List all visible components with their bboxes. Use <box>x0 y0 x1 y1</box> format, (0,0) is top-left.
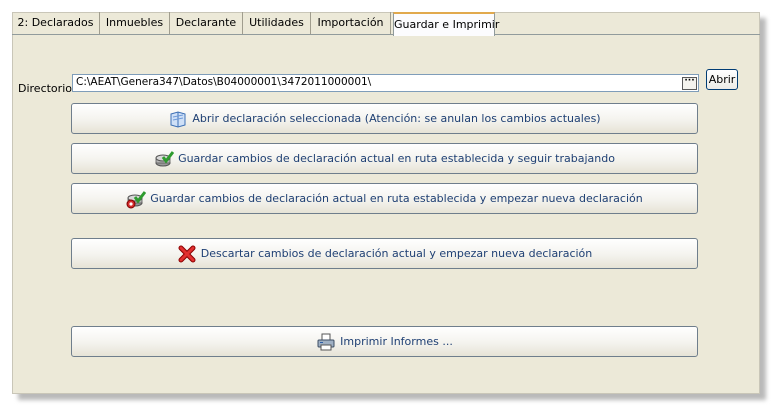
discard-button[interactable]: Descartar cambios de declaración actual … <box>71 238 698 269</box>
tab-importacion[interactable]: Importación <box>311 12 391 34</box>
tab-declarados[interactable]: 2: Declarados <box>12 12 100 34</box>
tab-utilidades[interactable]: Utilidades <box>243 12 311 34</box>
printer-icon <box>316 332 336 352</box>
print-reports-button[interactable]: Imprimir Informes ... <box>71 326 698 357</box>
save-new-label: Guardar cambios de declaración actual en… <box>150 192 643 205</box>
open-declaration-button[interactable]: Abrir declaración seleccionada (Atención… <box>71 103 698 134</box>
save-new-button[interactable]: Guardar cambios de declaración actual en… <box>71 183 698 214</box>
save-continue-button[interactable]: Guardar cambios de declaración actual en… <box>71 143 698 174</box>
tab-guardar-imprimir[interactable]: Guardar e Imprimir <box>393 12 499 36</box>
save-new-icon <box>126 189 147 209</box>
ellipsis-icon[interactable]: ··· <box>682 77 697 90</box>
directory-label: Directorio: <box>18 82 76 95</box>
discard-label: Descartar cambios de declaración actual … <box>200 247 593 260</box>
tab-inmuebles[interactable]: Inmuebles <box>100 12 170 34</box>
tab-strip: 2: Declarados Inmuebles Declarante Utili… <box>12 12 760 36</box>
tab-declarante[interactable]: Declarante <box>170 12 243 34</box>
print-reports-label: Imprimir Informes ... <box>340 335 453 348</box>
red-x-icon <box>177 244 197 264</box>
save-continue-label: Guardar cambios de declaración actual en… <box>178 152 615 165</box>
save-check-icon <box>154 149 175 169</box>
open-directory-button[interactable]: Abrir <box>706 69 738 90</box>
open-file-icon <box>168 109 188 129</box>
directory-input[interactable]: C:\AEAT\Genera347\Datos\B04000001\347201… <box>72 74 699 92</box>
open-declaration-label: Abrir declaración seleccionada (Atención… <box>192 112 601 125</box>
tab-underline <box>12 34 760 35</box>
